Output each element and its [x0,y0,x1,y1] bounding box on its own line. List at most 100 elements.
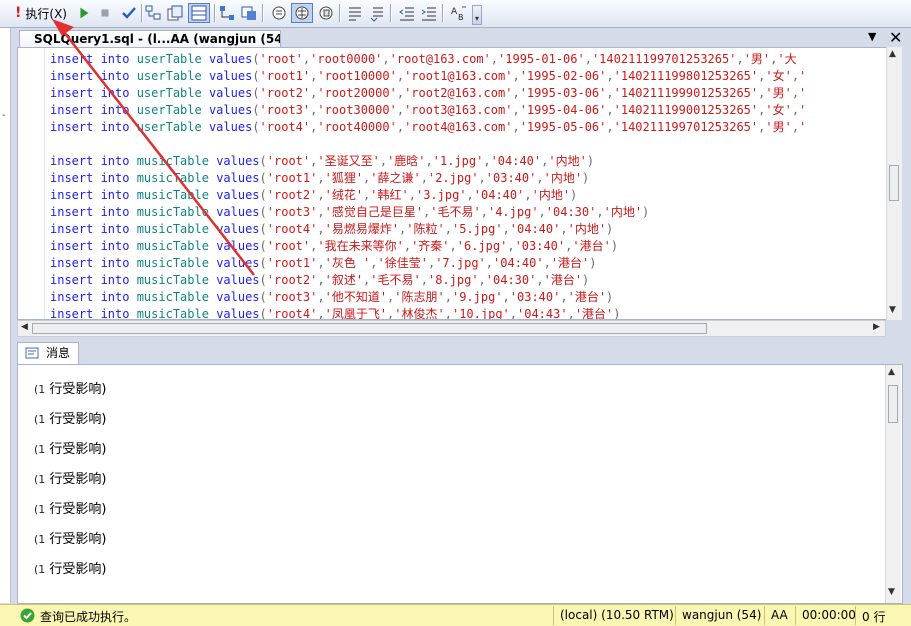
code-token: '徐佳莹' [377,256,428,270]
code-line[interactable]: insert into userTable values('root4','ro… [50,119,806,136]
client-statistics-button[interactable] [240,3,258,23]
message-icon [25,347,39,359]
scroll-up-icon[interactable]: ▲ [889,49,896,59]
code-token: 'root4' [266,222,318,236]
code-token: , [382,52,390,66]
tab-messages[interactable]: 消息 [17,342,79,364]
code-line[interactable]: insert into userTable values('root3','ro… [50,102,806,119]
display-estimated-plan-button[interactable] [144,3,162,23]
code-token: 'root1' [266,171,318,185]
code-token: 'root' [266,154,311,168]
results-to-grid-toggle[interactable] [291,3,313,23]
uncomment-icon [370,7,383,22]
messages-vertical-scrollbar[interactable]: ▲ ▼ [885,365,901,603]
editor-horizontal-scrollbar[interactable]: ◀ ▶ [17,320,886,337]
toolbar-overflow-chevron-icon[interactable]: ▾ [472,5,482,25]
message-line: (1 行受影响) [34,498,107,517]
code-line[interactable]: insert into musicTable values('root4','易… [50,221,806,238]
specify-template-values-button[interactable]: AB [449,3,469,23]
messages-panel[interactable]: (1 行受影响) (1 行受影响) (1 行受影响) (1 行受影响) (1 行受影响)… [17,364,903,604]
code-token: insert [50,86,101,100]
scroll-right-icon[interactable]: ▶ [873,322,880,332]
code-token: '绒花' [324,188,364,202]
code-token: , [560,290,568,304]
message-text: 行受影响) [45,382,107,397]
query-options-button[interactable] [166,3,184,23]
scrollbar-thumb[interactable] [888,385,898,423]
results-to-file-button[interactable] [317,3,335,23]
code-token: ) [642,205,650,219]
code-line[interactable]: insert into musicTable values('root2','叙… [50,272,806,289]
scroll-down-icon[interactable]: ▼ [889,305,896,315]
scroll-up-icon[interactable]: ▲ [888,367,895,377]
code-token: 'root1' [266,256,318,270]
code-line[interactable]: insert into userTable values('root2','ro… [50,85,806,102]
code-token: , [512,86,520,100]
code-token: musicTable [136,239,217,253]
status-database: AA [771,608,788,622]
increase-indent-button[interactable] [420,3,438,23]
code-token: ( [259,188,267,202]
code-token: insert [50,103,101,117]
horizontal-scrollbar-thumb[interactable] [32,323,707,334]
uncomment-lines-button[interactable] [368,3,386,23]
file-results-icon [319,6,333,20]
code-token: '内地' [543,171,583,185]
debug-button[interactable] [76,3,92,23]
success-check-icon [20,608,35,623]
code-token: '140211199701253265' [591,52,737,66]
editor-gutter [18,48,44,319]
code-token: into [100,154,137,168]
window-list-dropdown-icon[interactable]: ▼ [868,30,876,43]
code-line[interactable]: insert into userTable values('root1','ro… [50,68,806,85]
decrease-indent-button[interactable] [398,3,416,23]
code-token: , [524,188,532,202]
code-line[interactable]: insert into musicTable values('root3','他… [50,289,806,306]
results-to-grid-button[interactable] [188,3,210,23]
code-token: , [370,256,378,270]
code-line[interactable]: insert into musicTable values('root','圣诞… [50,153,806,170]
code-line[interactable]: insert into musicTable values('root1','狐… [50,170,806,187]
code-token: 'root@163.com' [389,52,491,66]
comment-lines-button[interactable] [346,3,364,23]
code-token: ( [259,256,267,270]
code-token: '大 [777,52,797,66]
code-token: '内地' [548,154,587,168]
code-token: , [396,69,405,83]
code-token: '140211199801253265' [613,69,759,83]
code-line[interactable] [50,136,806,153]
message-text: 行受影响) [45,532,107,547]
code-token: '140211199001253265' [613,103,759,117]
cancel-query-button[interactable] [97,3,113,23]
code-line[interactable]: insert into musicTable values('root4','凤… [50,306,806,319]
code-token: , [512,69,520,83]
close-tab-icon[interactable]: ✕ [889,28,902,47]
code-line[interactable]: insert into musicTable values('root1','灰… [50,255,806,272]
include-plan-button[interactable] [218,3,236,23]
code-line[interactable]: insert into musicTable values('root','我在… [50,238,806,255]
code-token: ( [259,239,267,253]
code-area[interactable]: insert into userTable values('root','roo… [50,51,806,319]
scroll-down-icon[interactable]: ▼ [888,587,895,597]
code-token: insert [50,154,101,168]
code-token: 'root2' [259,86,311,100]
tab-sqlquery1[interactable]: SQLQuery1.sql - (l...AA (wangjun (54))* [19,30,281,48]
execute-button[interactable]: ! 执行(X) [10,3,72,23]
code-token: insert [50,239,101,253]
message-text: 行受影响) [45,472,107,487]
code-token: '03:40' [509,290,561,304]
execution-plan-icon [220,6,234,20]
code-token: '灰色 ' [324,256,371,270]
code-token: 'root3@163.com' [404,103,513,117]
code-line[interactable]: insert into userTable values('root','roo… [50,51,806,68]
scroll-left-icon[interactable]: ◀ [21,322,28,332]
code-token: '内地' [603,205,643,219]
editor-vertical-scrollbar[interactable]: ▲ ▼ [886,47,902,320]
code-token: , [478,171,486,185]
results-to-text-button[interactable] [270,3,288,23]
parse-button[interactable] [120,3,138,23]
scrollbar-thumb[interactable] [889,165,899,201]
query-editor[interactable]: insert into userTable values('root','roo… [17,47,886,320]
code-line[interactable]: insert into musicTable values('root2','绒… [50,187,806,204]
code-line[interactable]: insert into musicTable values('root3','感… [50,204,806,221]
